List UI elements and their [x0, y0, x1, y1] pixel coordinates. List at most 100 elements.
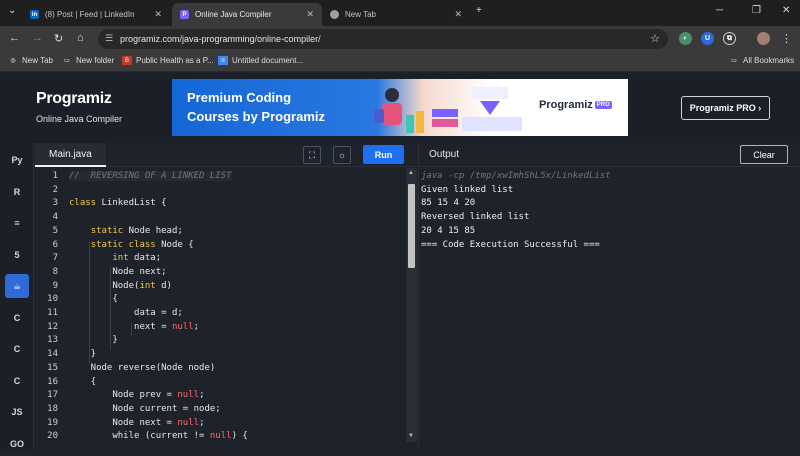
bookmark-item[interactable]: ◎ New Tab: [8, 56, 53, 65]
line-number: 10: [47, 294, 58, 305]
bookmark-item[interactable]: ≡ Untitled document...: [218, 56, 303, 65]
editor-scrollbar[interactable]: ▲ ▼: [406, 168, 417, 442]
promo-banner[interactable]: Premium Coding Courses by Programiz Prog…: [172, 79, 628, 136]
output-line: === Code Execution Successful ===: [421, 239, 600, 250]
javascript-icon[interactable]: JS: [5, 400, 29, 424]
code-line[interactable]: next = null;: [69, 322, 199, 332]
line-number: 17: [47, 390, 58, 401]
banner-brand: Programiz PRO: [539, 99, 612, 111]
page-title: Online Java Compiler: [36, 114, 123, 124]
bookmark-label: All Bookmarks: [743, 56, 795, 65]
site-info-icon[interactable]: ☰: [105, 33, 113, 44]
line-number: 15: [47, 362, 58, 373]
back-icon[interactable]: ←: [9, 32, 20, 44]
code-line[interactable]: // REVERSING OF A LINKED LIST: [69, 171, 232, 181]
address-bar[interactable]: ☰ programiz.com/java-programming/online-…: [98, 29, 668, 49]
code-line[interactable]: {: [69, 377, 96, 387]
code-line[interactable]: Node(int d): [69, 281, 172, 291]
go-icon[interactable]: GO: [5, 432, 29, 456]
banner-headline: Premium Coding: [187, 90, 292, 105]
line-number: 13: [47, 335, 58, 346]
code-line[interactable]: Node prev = null;: [69, 390, 204, 400]
c-icon[interactable]: C: [5, 306, 29, 330]
home-icon[interactable]: ⌂: [77, 32, 84, 44]
csharp-icon[interactable]: C: [5, 369, 29, 393]
tab-new-tab[interactable]: New Tab ✕: [322, 3, 470, 26]
scroll-down-icon[interactable]: ▼: [408, 433, 414, 439]
menu-kebab-icon[interactable]: ⋮: [781, 32, 792, 45]
close-tab-icon[interactable]: ✕: [154, 9, 162, 20]
url-text: programiz.com/java-programming/online-co…: [120, 34, 321, 44]
programiz-logo[interactable]: Programiz: [36, 90, 112, 108]
output-console: java -cp /tmp/xwImhShL5x/LinkedList Given…: [418, 168, 800, 450]
code-line[interactable]: while (current != null) {: [69, 431, 248, 441]
run-button[interactable]: Run: [363, 145, 404, 164]
tab-online-java-compiler[interactable]: P Online Java Compiler ✕: [172, 3, 322, 26]
tab-linkedin[interactable]: in (8) Post | Feed | LinkedIn ✕: [22, 3, 170, 26]
extension-icon[interactable]: ◐: [679, 32, 692, 45]
line-number: 11: [47, 308, 58, 318]
file-tab-main-java[interactable]: Main.java: [35, 143, 106, 167]
new-tab-icon[interactable]: +: [476, 5, 482, 16]
folder-icon: ▭: [64, 58, 70, 64]
code-line[interactable]: static Node head;: [69, 226, 183, 236]
output-line: 85 15 4 20: [421, 198, 476, 209]
tab-label: Online Java Compiler: [195, 10, 272, 19]
banner-illustration: [374, 87, 522, 133]
line-number: 18: [47, 403, 58, 414]
forward-icon[interactable]: →: [32, 32, 43, 44]
extensions-puzzle-icon[interactable]: ⧉: [723, 32, 736, 45]
scroll-up-icon[interactable]: ▲: [408, 170, 414, 176]
scrollbar-thumb[interactable]: [408, 184, 415, 268]
r-icon[interactable]: R: [5, 180, 29, 204]
bookmark-item[interactable]: B Public Health as a P...: [122, 56, 214, 65]
code-line[interactable]: }: [69, 349, 96, 359]
site-favicon-icon: B: [122, 56, 132, 65]
bookmark-item[interactable]: ▭ New folder: [62, 56, 114, 65]
minimize-icon[interactable]: ─: [716, 5, 723, 16]
profile-avatar[interactable]: [757, 32, 770, 45]
restore-icon[interactable]: ❐: [752, 5, 761, 16]
bookmark-label: New folder: [76, 56, 115, 65]
all-bookmarks[interactable]: ▭ All Bookmarks: [729, 56, 794, 65]
tab-search-icon[interactable]: ⌄: [8, 5, 16, 16]
code-line[interactable]: }: [69, 335, 117, 345]
docs-icon: ≡: [218, 56, 228, 65]
line-number: 6: [52, 239, 58, 250]
reload-icon[interactable]: ↻: [54, 32, 63, 45]
output-line: 20 4 15 85: [421, 225, 476, 236]
code-line[interactable]: Node reverse(Node node): [69, 363, 216, 373]
code-line[interactable]: {: [69, 294, 117, 304]
close-tab-icon[interactable]: ✕: [454, 9, 462, 20]
output-title: Output: [429, 149, 460, 160]
pro-badge: PRO: [594, 101, 612, 110]
close-window-icon[interactable]: ✕: [782, 5, 790, 16]
programiz-pro-button[interactable]: Programiz PRO ›: [681, 96, 770, 120]
code-line[interactable]: data = d;: [69, 308, 183, 318]
line-number: 16: [47, 376, 58, 387]
close-tab-icon[interactable]: ✕: [306, 9, 314, 20]
code-line[interactable]: Node next = null;: [69, 418, 204, 428]
code-line[interactable]: static class Node {: [69, 240, 194, 250]
site-header: Programiz Online Java Compiler Premium C…: [0, 73, 800, 143]
extension-icon[interactable]: U: [701, 32, 714, 45]
java-icon[interactable]: ☕: [5, 274, 29, 298]
line-number: 20: [47, 431, 58, 442]
code-line[interactable]: Node next;: [69, 267, 166, 277]
cpp-icon[interactable]: C: [5, 337, 29, 361]
code-editor[interactable]: 1 // REVERSING OF A LINKED LIST 2 3 class Li…: [35, 168, 405, 450]
line-number: 12: [47, 321, 58, 332]
bookmark-star-icon[interactable]: ☆: [650, 32, 660, 45]
html5-icon[interactable]: 5: [5, 243, 29, 267]
line-number: 9: [52, 280, 58, 291]
clear-button[interactable]: Clear: [740, 145, 788, 164]
code-line[interactable]: int data;: [69, 253, 161, 263]
output-header: Output Clear: [418, 143, 800, 167]
fullscreen-icon[interactable]: ⛶: [303, 146, 321, 164]
code-line[interactable]: class LinkedList {: [69, 198, 167, 208]
sql-icon[interactable]: ≡: [5, 211, 29, 235]
theme-toggle-icon[interactable]: ☼: [333, 146, 351, 164]
line-number: 3: [52, 198, 58, 209]
python-icon[interactable]: Py: [5, 148, 29, 172]
code-line[interactable]: Node current = node;: [69, 404, 220, 414]
